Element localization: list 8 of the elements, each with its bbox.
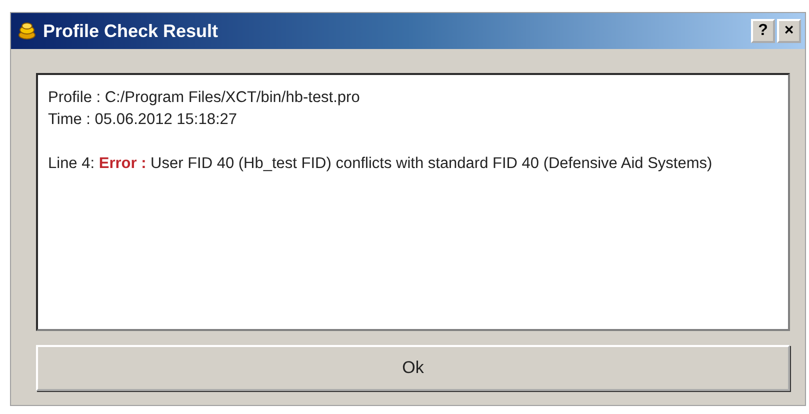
window-title: Profile Check Result — [43, 20, 220, 42]
close-button[interactable]: × — [777, 19, 801, 43]
report-line: Time : 05.06.2012 15:18:27 — [48, 110, 238, 130]
help-button[interactable]: ? — [751, 19, 775, 43]
report-line: Profile : C:/Program Files/XCT/bin/hb-test.pro — [48, 88, 360, 108]
error-message: Line 4: Error : User FID 40 (Hb_test FID) conflicts with standard FID 40 (Defensive Aid Systems) — [48, 154, 712, 174]
coin-stack-icon — [17, 21, 37, 41]
ok-button[interactable]: Ok — [36, 345, 790, 391]
